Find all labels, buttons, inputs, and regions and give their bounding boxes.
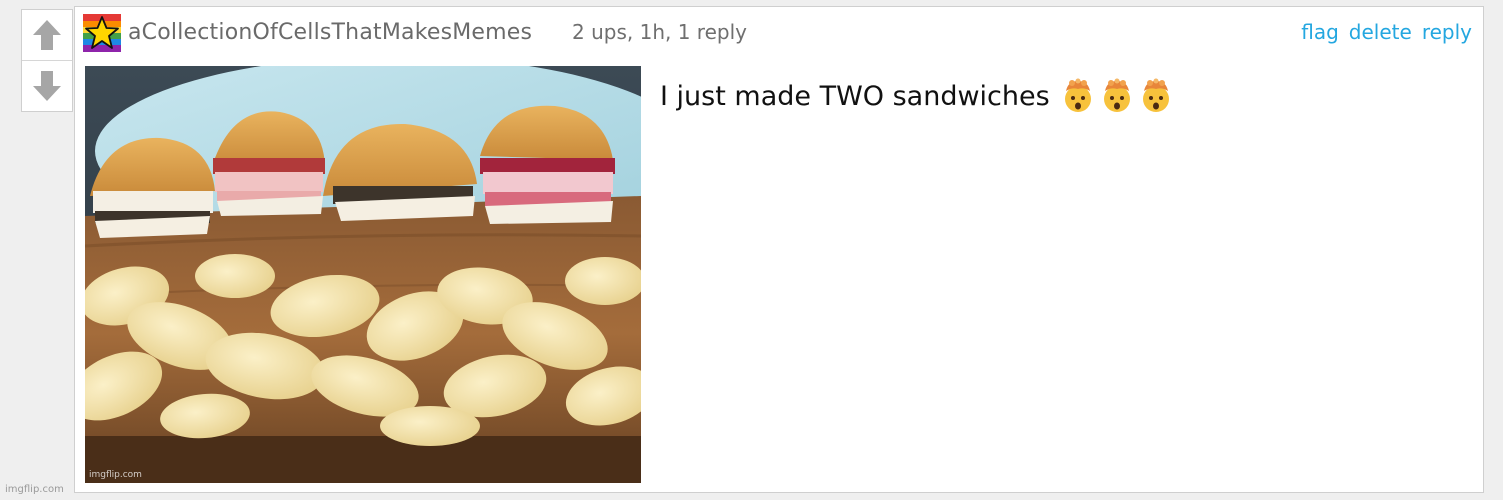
comment-text: I just made TWO sandwiches: [660, 80, 1050, 112]
comment-meta: 2 ups, 1h, 1 reply: [572, 20, 747, 44]
flag-link[interactable]: flag: [1301, 20, 1339, 44]
image-watermark: imgflip.com: [89, 470, 142, 480]
comment-actions: flag delete reply: [1301, 20, 1472, 44]
rainbow-star-avatar-icon: [83, 14, 121, 52]
emoji-group: [1060, 78, 1174, 114]
exploding-head-emoji-icon: [1064, 78, 1091, 112]
vote-column: [21, 9, 73, 112]
exploding-head-emoji-icon: [1142, 78, 1169, 112]
delete-link[interactable]: delete: [1349, 20, 1412, 44]
sandwiches-photo[interactable]: imgflip.com: [85, 66, 641, 483]
reply-link[interactable]: reply: [1422, 20, 1472, 44]
site-watermark: imgflip.com: [5, 484, 64, 495]
sandwiches-and-chips-image: [85, 66, 641, 483]
arrow-down-icon: [33, 71, 61, 101]
comment-card: aCollectionOfCellsThatMakesMemes 2 ups, …: [74, 6, 1484, 493]
comment-body: I just made TWO sandwiches: [660, 78, 1174, 114]
user-avatar[interactable]: [83, 14, 121, 52]
arrow-up-icon: [33, 20, 61, 50]
upvote-button[interactable]: [22, 10, 72, 61]
username-link[interactable]: aCollectionOfCellsThatMakesMemes: [128, 20, 532, 45]
exploding-head-emoji-icon: [1103, 78, 1130, 112]
downvote-button[interactable]: [22, 61, 72, 111]
